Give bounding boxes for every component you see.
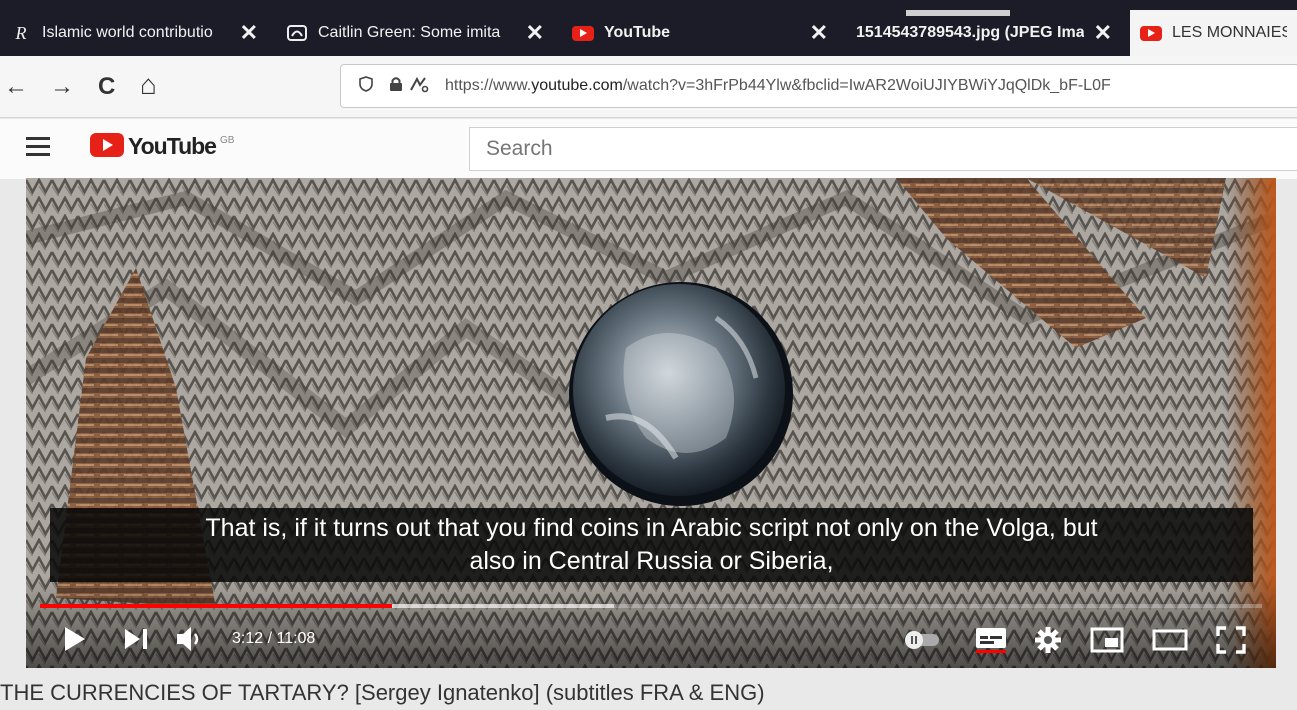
fullscreen-icon[interactable]	[1216, 626, 1246, 654]
close-icon[interactable]: ✕	[526, 20, 544, 46]
forward-button[interactable]: →	[50, 72, 74, 102]
close-icon[interactable]: ✕	[810, 20, 828, 46]
permissions-icon[interactable]	[409, 75, 429, 98]
youtube-icon	[1140, 24, 1162, 42]
youtube-play-icon	[90, 133, 124, 157]
url-text: https://www.youtube.com/watch?v=3hFrPb44…	[445, 77, 1111, 95]
play-icon[interactable]	[64, 626, 86, 652]
video-title: THE CURRENCIES OF TARTARY? [Sergey Ignat…	[0, 680, 765, 705]
tab-youtube[interactable]: YouTube ✕	[562, 10, 838, 56]
search-input[interactable]	[486, 137, 1297, 161]
close-icon[interactable]: ✕	[1094, 20, 1112, 46]
youtube-masthead: YouTube GB	[0, 119, 1297, 179]
youtube-icon	[572, 24, 594, 42]
tab-les-monnaies[interactable]: LES MONNAIES	[1130, 10, 1297, 56]
region-code: GB	[219, 135, 235, 146]
subtitles-icon[interactable]	[974, 626, 1008, 654]
url-bar[interactable]: https://www.youtube.com/watch?v=3hFrPb44…	[340, 64, 1297, 108]
settings-gear-icon[interactable]	[1034, 626, 1062, 654]
close-icon[interactable]: ✕	[240, 20, 258, 46]
controls-gradient	[26, 578, 1276, 668]
home-button[interactable]: ⌂	[140, 70, 157, 100]
caption-line: also in Central Russia or Siberia,	[469, 547, 834, 575]
r-icon: R	[15, 22, 27, 43]
progress-bar[interactable]	[40, 604, 1262, 608]
tab-title: 1514543789543.jpg (JPEG Ima	[856, 24, 1084, 41]
volume-icon[interactable]	[176, 626, 206, 652]
video-player[interactable]: That is, if it turns out that you find c…	[26, 178, 1276, 668]
lock-icon	[389, 76, 403, 97]
url-domain: youtube.com	[531, 77, 623, 94]
tab-title: YouTube	[604, 24, 671, 41]
miniplayer-icon[interactable]	[1090, 626, 1124, 654]
youtube-logo-text: YouTube	[128, 133, 217, 159]
tab-title: Caitlin Green: Some imita	[318, 24, 501, 41]
browser-nav-bar: ← → C ⌂ https://www.youtube.com/watch?v=…	[0, 56, 1297, 118]
shield-icon	[359, 75, 373, 97]
next-icon[interactable]	[124, 628, 150, 650]
caption-line: That is, if it turns out that you find c…	[205, 514, 1098, 542]
theater-mode-icon[interactable]	[1152, 628, 1188, 652]
progress-played	[40, 604, 392, 608]
tab-title: Islamic world contributio	[42, 24, 213, 41]
url-path: /watch?v=3hFrPb44Ylw&fbclid=IwAR2WoiUJIY…	[622, 77, 1111, 94]
url-prefix: https://www.	[445, 77, 532, 94]
page-icon	[286, 24, 308, 42]
youtube-logo[interactable]: YouTube GB	[90, 133, 234, 159]
tab-islamic-world[interactable]: R Islamic world contributio ✕	[0, 10, 268, 56]
autoplay-toggle-icon[interactable]	[904, 630, 942, 650]
tab-jpeg-image[interactable]: 1514543789543.jpg (JPEG Ima ✕	[846, 10, 1122, 56]
browser-tab-strip: R Islamic world contributio ✕ Caitlin Gr…	[0, 0, 1297, 56]
tab-caitlin-green[interactable]: Caitlin Green: Some imita ✕	[276, 10, 554, 56]
tab-title: LES MONNAIES	[1172, 24, 1287, 41]
menu-icon[interactable]	[26, 137, 50, 157]
search-box[interactable]	[469, 127, 1297, 171]
back-button[interactable]: ←	[4, 72, 28, 102]
time-display: 3:12 / 11:08	[232, 630, 316, 647]
reload-button[interactable]: C	[98, 72, 115, 102]
subtitle-caption: That is, if it turns out that you find c…	[50, 508, 1253, 582]
